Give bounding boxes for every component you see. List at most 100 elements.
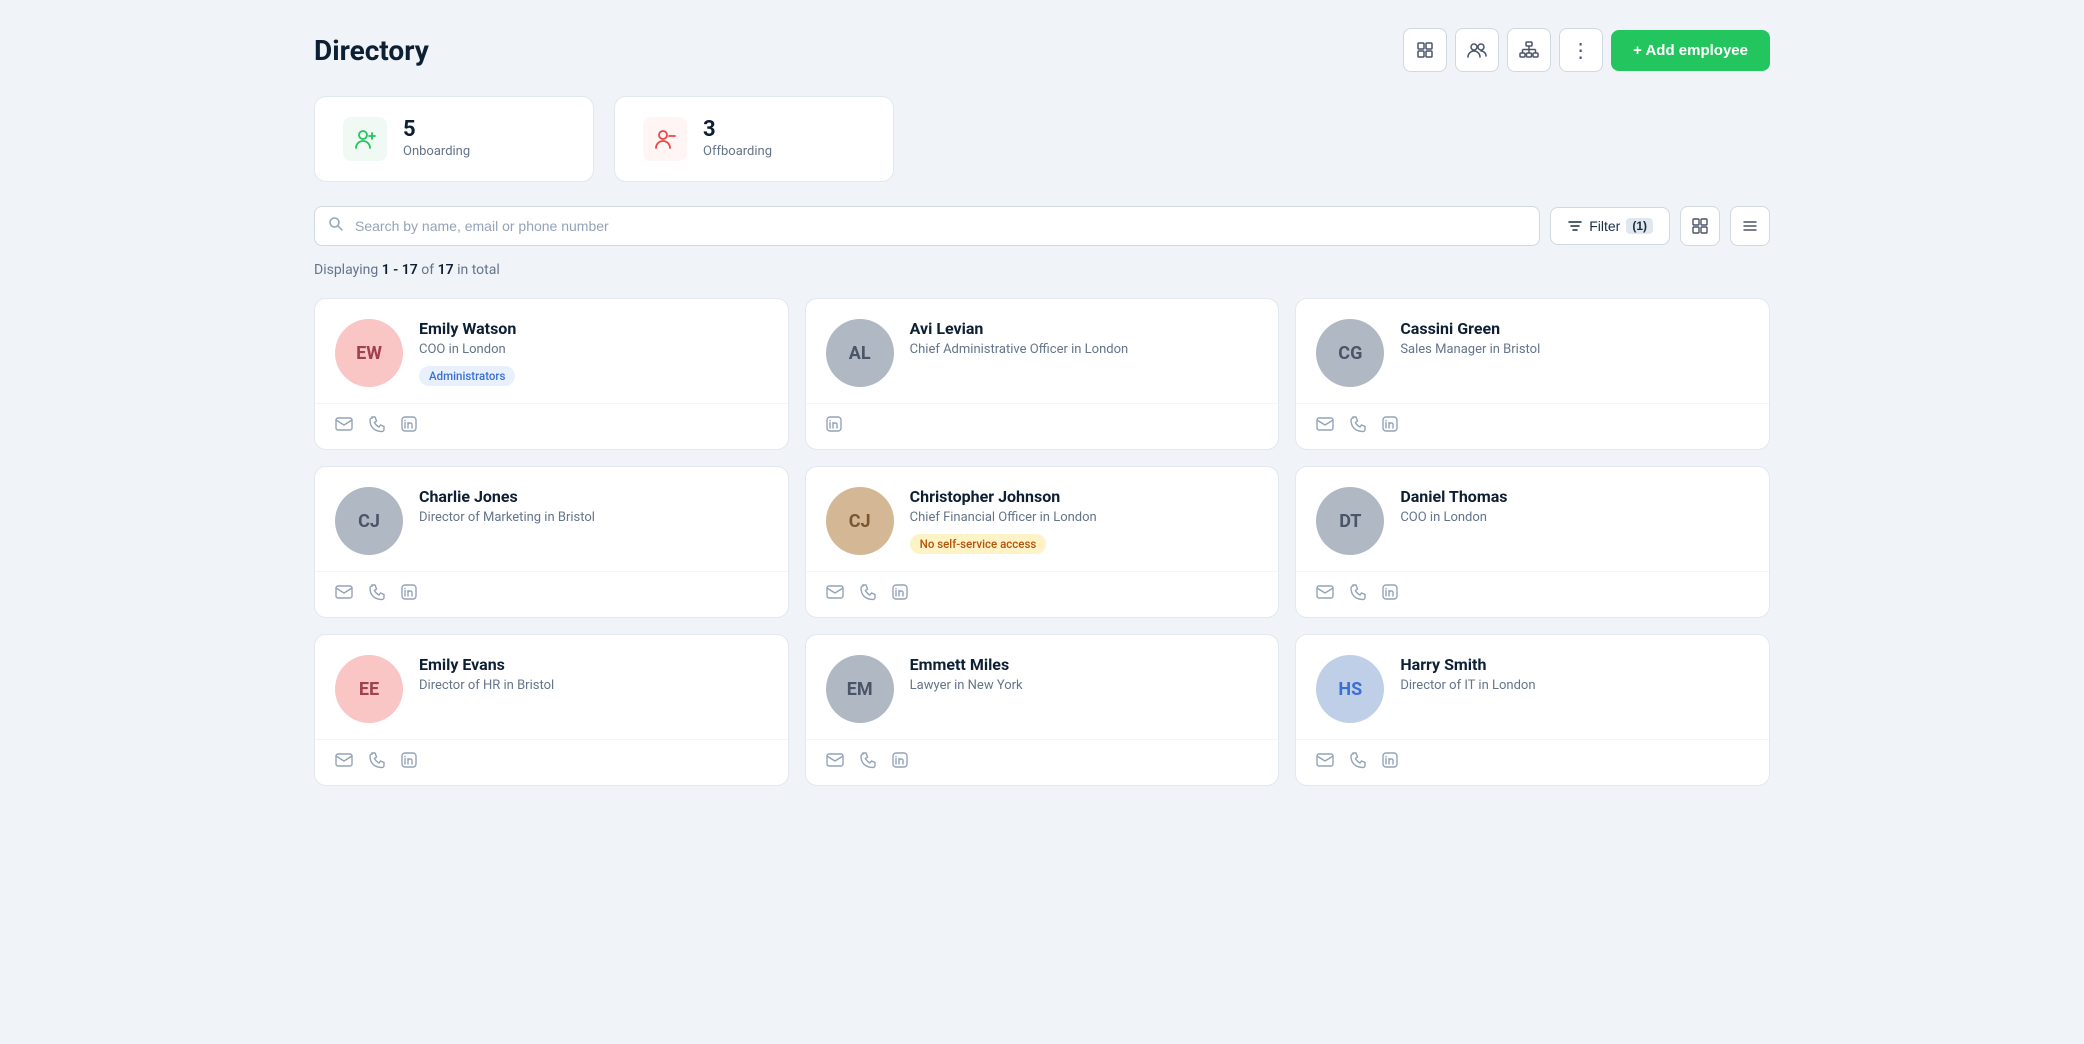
employee-role: COO in London (1400, 510, 1749, 525)
search-wrap (314, 206, 1540, 246)
phone-icon[interactable] (1350, 584, 1366, 605)
employee-role: Chief Financial Officer in London (910, 510, 1259, 525)
list-icon (1742, 218, 1758, 234)
offboarding-icon-wrap (643, 117, 687, 161)
employee-card[interactable]: DT Daniel Thomas COO in London (1295, 466, 1770, 618)
filter-label: Filter (1589, 218, 1620, 234)
offboarding-stat-card[interactable]: 3 Offboarding (614, 96, 894, 182)
card-info: Charlie Jones Director of Marketing in B… (419, 487, 768, 533)
phone-icon[interactable] (1350, 416, 1366, 437)
offboarding-icon (652, 126, 678, 152)
avatar: CJ (335, 487, 403, 555)
card-info: Emily Evans Director of HR in Bristol (419, 655, 768, 701)
linkedin-icon[interactable] (826, 416, 842, 436)
filter-button[interactable]: Filter (1) (1550, 207, 1670, 245)
employee-name: Harry Smith (1400, 655, 1749, 674)
grid-view-button[interactable] (1680, 206, 1720, 246)
phone-icon[interactable] (860, 752, 876, 773)
filter-count: (1) (1626, 218, 1653, 234)
list-view-button[interactable] (1403, 28, 1447, 72)
employee-card[interactable]: EW Emily Watson COO in London Administra… (314, 298, 789, 450)
email-icon[interactable] (335, 584, 353, 605)
offboarding-label: Offboarding (703, 144, 772, 159)
header-actions: ⋮ + Add employee (1403, 28, 1770, 72)
employee-name: Emmett Miles (910, 655, 1259, 674)
avatar: CG (1316, 319, 1384, 387)
linkedin-icon[interactable] (401, 584, 417, 605)
onboarding-stat-card[interactable]: 5 Onboarding (314, 96, 594, 182)
hierarchy-icon (1519, 41, 1539, 59)
onboarding-icon-wrap (343, 117, 387, 161)
employee-role: Lawyer in New York (910, 678, 1259, 693)
employee-role: Director of IT in London (1400, 678, 1749, 693)
results-range: 1 - 17 (382, 262, 418, 278)
linkedin-icon[interactable] (892, 752, 908, 773)
employee-name: Christopher Johnson (910, 487, 1259, 506)
employee-card[interactable]: EE Emily Evans Director of HR in Bristol (314, 634, 789, 786)
phone-icon[interactable] (369, 416, 385, 437)
phone-icon[interactable] (1350, 752, 1366, 773)
employee-card[interactable]: CG Cassini Green Sales Manager in Bristo… (1295, 298, 1770, 450)
ellipsis-icon: ⋮ (1571, 38, 1592, 63)
email-icon[interactable] (335, 752, 353, 773)
page-header: Directory (314, 28, 1770, 72)
filter-icon (1567, 218, 1583, 234)
card-info: Daniel Thomas COO in London (1400, 487, 1749, 533)
employee-card[interactable]: CJ Charlie Jones Director of Marketing i… (314, 466, 789, 618)
card-top: CG Cassini Green Sales Manager in Bristo… (1296, 299, 1769, 403)
card-top: AL Avi Levian Chief Administrative Offic… (806, 299, 1279, 403)
card-top: EM Emmett Miles Lawyer in New York (806, 635, 1279, 739)
email-icon[interactable] (1316, 752, 1334, 773)
results-prefix: Displaying (314, 262, 382, 278)
phone-icon[interactable] (369, 752, 385, 773)
phone-icon[interactable] (860, 584, 876, 605)
list-view-toggle-button[interactable] (1730, 206, 1770, 246)
card-actions (315, 739, 788, 785)
card-actions (1296, 739, 1769, 785)
employee-role: Sales Manager in Bristol (1400, 342, 1749, 357)
employee-card[interactable]: CJ Christopher Johnson Chief Financial O… (805, 466, 1280, 618)
card-info: Cassini Green Sales Manager in Bristol (1400, 319, 1749, 365)
employee-role: Chief Administrative Officer in London (910, 342, 1259, 357)
email-icon[interactable] (1316, 416, 1334, 437)
employee-card[interactable]: EM Emmett Miles Lawyer in New York (805, 634, 1280, 786)
phone-icon[interactable] (369, 584, 385, 605)
employee-card[interactable]: AL Avi Levian Chief Administrative Offic… (805, 298, 1280, 450)
email-icon[interactable] (335, 416, 353, 437)
avatar: CJ (826, 487, 894, 555)
results-of: of (421, 262, 437, 278)
email-icon[interactable] (826, 752, 844, 773)
employee-badge: Administrators (419, 366, 515, 386)
more-options-button[interactable]: ⋮ (1559, 28, 1603, 72)
employee-name: Charlie Jones (419, 487, 768, 506)
org-chart-button[interactable] (1507, 28, 1551, 72)
add-employee-button[interactable]: + Add employee (1611, 30, 1770, 71)
email-icon[interactable] (826, 584, 844, 605)
search-filter-row: Filter (1) (314, 206, 1770, 246)
avatar: HS (1316, 655, 1384, 723)
card-actions (806, 739, 1279, 785)
linkedin-icon[interactable] (401, 752, 417, 773)
email-icon[interactable] (1316, 584, 1334, 605)
linkedin-icon[interactable] (1382, 416, 1398, 437)
onboarding-label: Onboarding (403, 144, 470, 159)
card-info: Harry Smith Director of IT in London (1400, 655, 1749, 701)
card-info: Avi Levian Chief Administrative Officer … (910, 319, 1259, 365)
avatar: AL (826, 319, 894, 387)
card-icon (1416, 41, 1434, 59)
employee-name: Daniel Thomas (1400, 487, 1749, 506)
employee-card[interactable]: HS Harry Smith Director of IT in London (1295, 634, 1770, 786)
search-input[interactable] (314, 206, 1540, 246)
people-view-button[interactable] (1455, 28, 1499, 72)
linkedin-icon[interactable] (1382, 584, 1398, 605)
linkedin-icon[interactable] (401, 416, 417, 437)
employee-role: Director of Marketing in Bristol (419, 510, 768, 525)
card-top: CJ Charlie Jones Director of Marketing i… (315, 467, 788, 571)
linkedin-icon[interactable] (892, 584, 908, 605)
card-actions (806, 571, 1279, 617)
onboarding-count: 5 (403, 119, 470, 141)
page-title: Directory (314, 34, 429, 67)
card-top: EW Emily Watson COO in London Administra… (315, 299, 788, 403)
linkedin-icon[interactable] (1382, 752, 1398, 773)
card-info: Christopher Johnson Chief Financial Offi… (910, 487, 1259, 554)
